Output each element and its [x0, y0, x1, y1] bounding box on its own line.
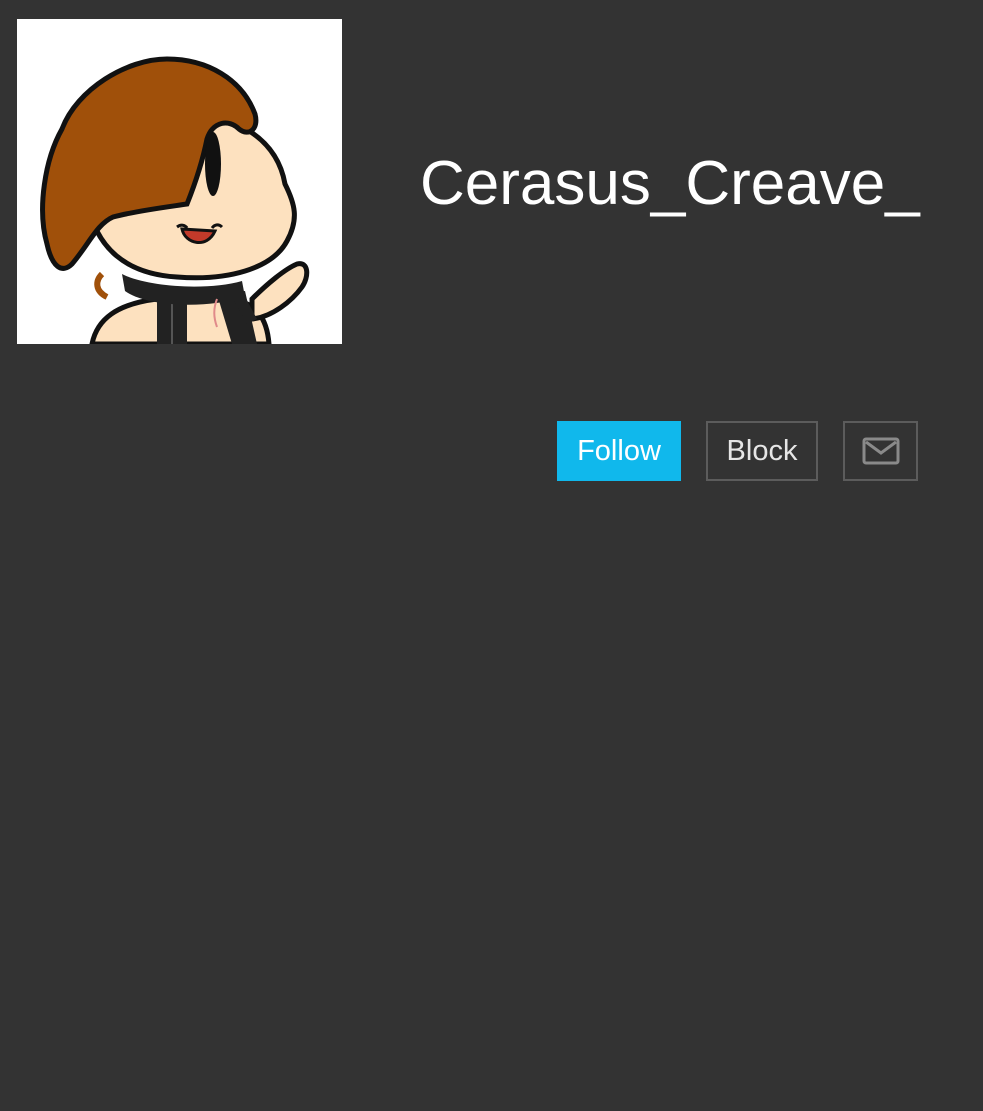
avatar-drawing — [40, 56, 310, 344]
profile-username: Cerasus_Creave_ — [420, 149, 920, 218]
block-button[interactable]: Block — [706, 421, 818, 481]
envelope-icon — [862, 437, 900, 465]
profile-avatar[interactable] — [17, 19, 342, 344]
message-button[interactable] — [843, 421, 918, 481]
profile-page: Cerasus_Creave_ Follow Block — [0, 0, 983, 1111]
follow-button[interactable]: Follow — [557, 421, 681, 481]
